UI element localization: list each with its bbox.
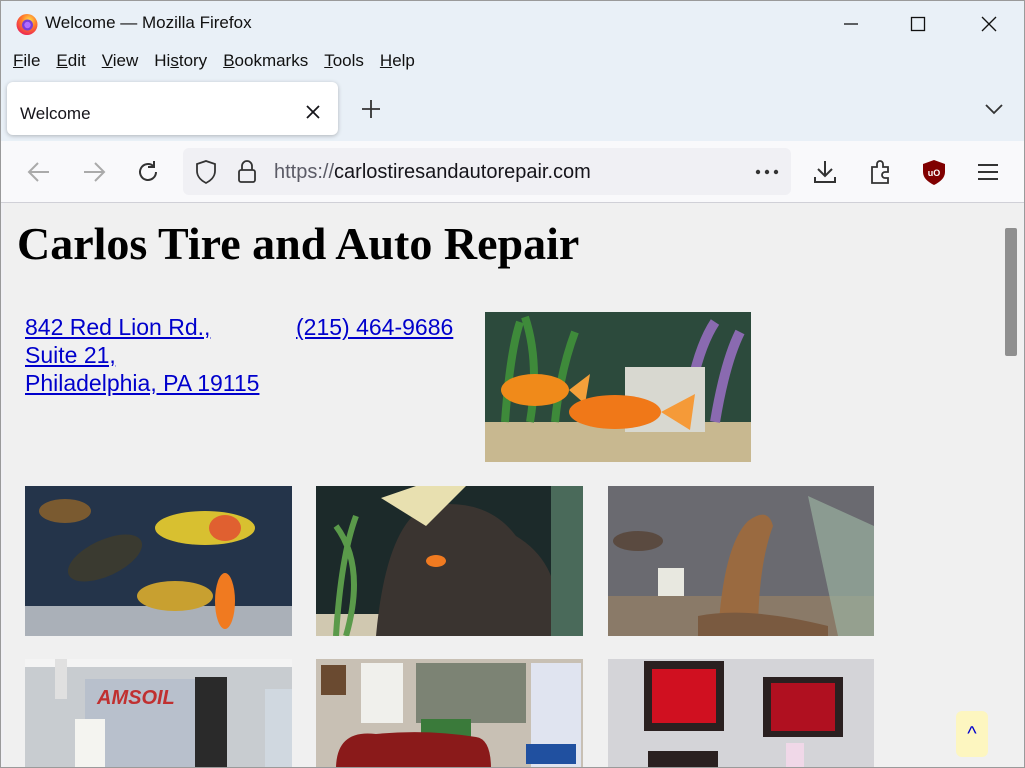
svg-text:AMSOIL: AMSOIL [96,687,175,709]
back-to-top-button[interactable]: ^ [956,711,988,757]
tab-welcome[interactable]: Welcome [7,82,338,135]
shield-icon[interactable] [194,159,218,185]
menu-file[interactable]: File [5,47,48,77]
address-line1-link[interactable]: 842 Red Lion Rd., [25,313,259,341]
menu-help-key: H [379,51,393,70]
reload-icon[interactable] [134,158,162,186]
back-arrow-icon[interactable] [25,158,53,186]
menu-tools-rest: ools [332,51,364,70]
menu-bookmarks[interactable]: Bookmarks [215,47,316,77]
menu-bookmarks-key: B [223,51,235,70]
maximize-button[interactable] [883,1,953,47]
browser-window: Welcome — Mozilla Firefox File Edit View… [0,0,1025,768]
list-all-tabs-chevron-down-icon[interactable] [982,97,1006,121]
url-protocol: https:// [274,161,335,183]
tab-label: Welcome [20,104,91,123]
hamburger-menu-icon[interactable] [974,158,1002,186]
svg-text:uO: uO [928,168,941,178]
waiting-room-photo [316,659,583,767]
extensions-puzzle-icon[interactable] [866,158,894,186]
close-window-button[interactable] [954,1,1024,47]
tab-strip: Welcome [1,77,1024,141]
navigation-toolbar: https://carlostiresandautorepair.com uO [1,141,1024,203]
menu-tools[interactable]: Tools [316,47,372,77]
ublock-origin-icon[interactable]: uO [920,158,948,186]
shop-counter-photo: AMSOIL [25,659,292,767]
url-host: carlostiresandautorepair.com [334,161,591,183]
menu-file-rest: ile [23,51,41,70]
cichlid-tank-photo [25,486,292,636]
menu-history-pre: Hi [154,51,171,70]
menu-history[interactable]: History [146,47,215,77]
forward-arrow-icon[interactable] [80,158,108,186]
menu-tools-key: T [324,51,333,70]
menu-bookmarks-rest: ookmarks [234,51,309,70]
phone-link[interactable]: (215) 464-9686 [296,313,453,341]
minimize-icon [844,23,858,25]
lock-icon[interactable] [236,159,258,185]
scrollbar-thumb[interactable] [1005,228,1017,356]
close-tab-icon[interactable] [302,101,324,123]
address-line2-link[interactable]: Suite 21, [25,341,259,369]
menu-history-key: s [170,51,179,70]
menu-edit[interactable]: Edit [48,47,93,77]
window-title: Welcome — Mozilla Firefox [45,13,252,32]
phone-block: (215) 464-9686 [296,313,453,341]
downloads-icon[interactable] [811,158,839,186]
rock-tank-photo [316,486,583,636]
menu-edit-key: E [56,51,68,70]
menu-edit-rest: dit [67,51,86,70]
menu-history-rest: tory [178,51,208,70]
maximize-icon [910,16,926,32]
menu-view[interactable]: View [94,47,147,77]
award-plaques-photo [608,659,874,767]
firefox-logo-icon [16,14,38,35]
page-content: Carlos Tire and Auto Repair 842 Red Lion… [4,203,1001,767]
address-line3-link[interactable]: Philadelphia, PA 19115 [25,369,259,397]
menu-help[interactable]: Help [372,47,423,77]
url-bar[interactable]: https://carlostiresandautorepair.com [183,148,791,195]
menu-view-rest: iew [112,51,139,70]
menu-file-key: F [13,51,24,70]
lizard-tank-photo [608,486,874,636]
title-bar: Welcome — Mozilla Firefox [1,1,1024,47]
page-title: Carlos Tire and Auto Repair [17,218,580,269]
goldfish-tank-photo [485,312,751,462]
url-text[interactable]: https://carlostiresandautorepair.com [274,161,591,184]
more-actions-ellipsis-icon[interactable] [755,168,779,176]
address-block: 842 Red Lion Rd., Suite 21, Philadelphia… [25,313,259,397]
new-tab-plus-icon[interactable] [359,97,383,121]
close-icon [981,16,997,32]
minimize-button[interactable] [816,1,886,47]
menu-bar: File Edit View History Bookmarks Tools H… [1,47,1024,77]
menu-view-key: V [101,51,113,70]
menu-help-rest: elp [392,51,415,70]
